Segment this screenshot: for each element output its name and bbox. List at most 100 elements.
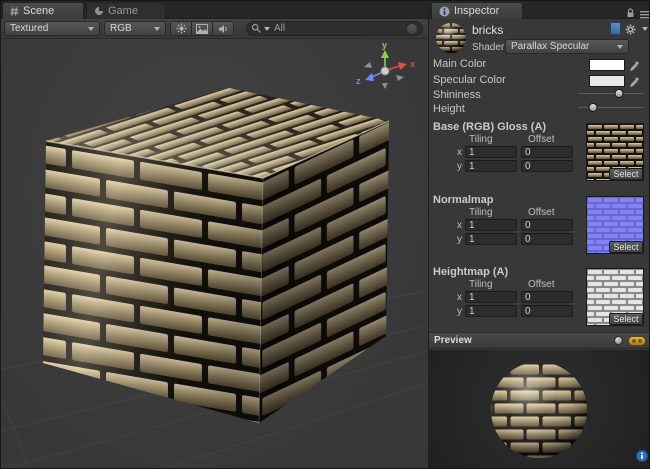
skybox-fx-toggle[interactable] bbox=[191, 21, 213, 36]
base-offset-y-input[interactable] bbox=[521, 160, 573, 172]
tiling-header: Tiling bbox=[469, 134, 493, 145]
main-color-label: Main Color bbox=[433, 58, 486, 70]
chevron-down-icon bbox=[88, 27, 94, 31]
y-axis-label: y bbox=[382, 40, 387, 50]
normalmap-offset-x-input[interactable] bbox=[521, 219, 573, 231]
base-offset-x-input[interactable] bbox=[521, 146, 573, 158]
height-label: Height bbox=[433, 103, 465, 115]
tab-inspector[interactable]: Inspector bbox=[431, 2, 523, 19]
y-axis-cone[interactable] bbox=[381, 50, 389, 58]
heightmap-select-button[interactable]: Select bbox=[609, 313, 643, 325]
preview-header[interactable]: Preview bbox=[429, 332, 650, 349]
scene-search-field[interactable]: All bbox=[246, 21, 423, 36]
base-texture-thumbnail[interactable]: Select bbox=[586, 123, 644, 181]
speaker-icon bbox=[218, 24, 229, 34]
channels-dropdown[interactable]: RGB bbox=[104, 21, 166, 36]
preview-area[interactable] bbox=[429, 350, 650, 469]
inspector-tabbar: Inspector bbox=[429, 1, 650, 19]
z-axis-label: z bbox=[356, 76, 361, 86]
game-pacman-icon bbox=[94, 6, 104, 16]
base-tiling-x-input[interactable] bbox=[465, 146, 517, 158]
chevron-down-icon bbox=[154, 27, 160, 31]
tab-inspector-label: Inspector bbox=[454, 5, 499, 17]
offset-header: Offset bbox=[528, 279, 555, 290]
brick-cube-object[interactable] bbox=[43, 88, 389, 423]
scene-viewport[interactable]: y x z bbox=[1, 39, 428, 469]
z-axis-cone[interactable] bbox=[365, 73, 374, 81]
orientation-gizmo[interactable]: y x z bbox=[356, 40, 415, 89]
scene-lighting-toggle[interactable] bbox=[170, 21, 192, 36]
scene-3d-render: y x z bbox=[1, 39, 428, 469]
main-color-swatch[interactable] bbox=[589, 59, 625, 71]
eyedropper-icon[interactable] bbox=[629, 75, 641, 87]
draw-mode-dropdown[interactable]: Textured bbox=[4, 21, 100, 36]
shininess-slider[interactable] bbox=[578, 88, 644, 100]
info-icon bbox=[439, 6, 450, 17]
normalmap-tiling-y-input[interactable] bbox=[465, 233, 517, 245]
base-select-button[interactable]: Select bbox=[609, 168, 643, 180]
eyedropper-icon[interactable] bbox=[629, 59, 641, 71]
row-x-label: x bbox=[457, 292, 462, 303]
cube-left-shine bbox=[43, 141, 263, 423]
scene-panel: Scene Game Textured RGB bbox=[1, 1, 428, 469]
row-x-label: x bbox=[457, 147, 462, 158]
heightmap-tiling-x-input[interactable] bbox=[465, 291, 517, 303]
normalmap-texture-thumbnail[interactable]: Select bbox=[586, 196, 644, 254]
tab-scene[interactable]: Scene bbox=[2, 2, 84, 19]
info-bubble-icon[interactable] bbox=[636, 449, 648, 467]
tab-scene-label: Scene bbox=[23, 5, 54, 17]
shader-dropdown[interactable]: Parallax Specular bbox=[505, 39, 629, 54]
base-tiling-y-input[interactable] bbox=[465, 160, 517, 172]
scene-audio-toggle[interactable] bbox=[212, 21, 234, 36]
specular-color-label: Specular Color bbox=[433, 74, 506, 86]
shader-label: Shader bbox=[472, 42, 504, 53]
gizmo-center[interactable] bbox=[381, 67, 389, 75]
context-menu-chevron-icon[interactable] bbox=[642, 27, 648, 31]
sun-icon bbox=[176, 23, 187, 34]
row-y-label: y bbox=[457, 234, 462, 245]
normalmap-title: Normalmap bbox=[433, 194, 494, 206]
x-axis-label: x bbox=[410, 59, 415, 69]
channels-value: RGB bbox=[110, 23, 150, 34]
heightmap-title: Heightmap (A) bbox=[433, 266, 508, 278]
draw-mode-value: Textured bbox=[10, 23, 84, 34]
scene-toolbar: Textured RGB bbox=[1, 19, 428, 39]
tiling-header: Tiling bbox=[469, 279, 493, 290]
tab-game-label: Game bbox=[108, 5, 138, 17]
preview-title: Preview bbox=[434, 335, 472, 346]
preview-sphere-render bbox=[429, 350, 650, 469]
search-clear-button[interactable] bbox=[406, 23, 418, 35]
normalmap-tiling-x-input[interactable] bbox=[465, 219, 517, 231]
preview-lighting-toggle[interactable] bbox=[628, 336, 646, 346]
row-y-label: y bbox=[457, 161, 462, 172]
height-slider-knob[interactable] bbox=[588, 103, 597, 112]
offset-header: Offset bbox=[528, 207, 555, 218]
heightmap-tiling-y-input[interactable] bbox=[465, 305, 517, 317]
scene-tabbar: Scene Game bbox=[1, 1, 428, 19]
height-slider[interactable] bbox=[578, 102, 644, 114]
x-axis-cone[interactable] bbox=[398, 62, 407, 70]
material-sphere-icon bbox=[435, 22, 467, 54]
slider-track bbox=[578, 93, 644, 94]
search-icon bbox=[251, 23, 262, 34]
scene-grid-icon bbox=[10, 7, 19, 16]
tiling-header: Tiling bbox=[469, 207, 493, 218]
search-text: All bbox=[274, 23, 285, 34]
base-map-title: Base (RGB) Gloss (A) bbox=[433, 121, 546, 133]
heightmap-offset-x-input[interactable] bbox=[521, 291, 573, 303]
reference-doc-icon[interactable] bbox=[610, 22, 621, 35]
normalmap-offset-y-input[interactable] bbox=[521, 233, 573, 245]
tab-game[interactable]: Game bbox=[86, 2, 166, 19]
search-filter-chevron-icon[interactable] bbox=[264, 27, 270, 31]
offset-header: Offset bbox=[528, 134, 555, 145]
gear-icon[interactable] bbox=[625, 22, 636, 40]
preview-sphere-icon[interactable] bbox=[614, 336, 623, 345]
heightmap-texture-thumbnail[interactable]: Select bbox=[586, 268, 644, 326]
inspector-panel: Inspector bricks Shader Parallax Spec bbox=[428, 1, 650, 469]
row-y-label: y bbox=[457, 306, 462, 317]
specular-color-swatch[interactable] bbox=[589, 75, 625, 87]
normalmap-select-button[interactable]: Select bbox=[609, 241, 643, 253]
shininess-label: Shininess bbox=[433, 89, 481, 101]
heightmap-offset-y-input[interactable] bbox=[521, 305, 573, 317]
shininess-slider-knob[interactable] bbox=[614, 89, 623, 98]
